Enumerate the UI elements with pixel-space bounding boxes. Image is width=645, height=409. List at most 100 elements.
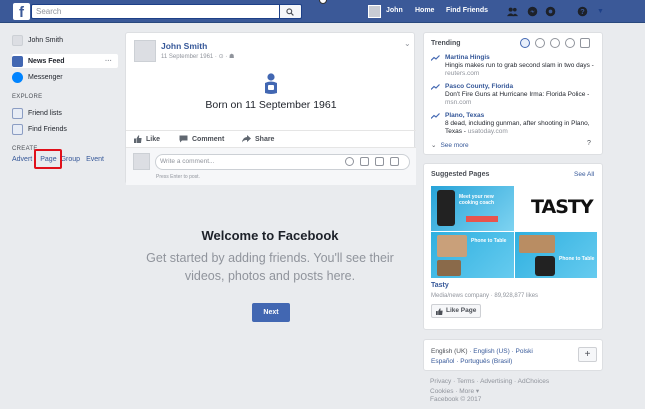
- profile-avatar[interactable]: [368, 5, 381, 18]
- page-link-highlight-box: [34, 149, 62, 169]
- tab-entertainment-icon[interactable]: [580, 38, 590, 48]
- post-date[interactable]: 11 September 1961 · ⊙ · ☗: [161, 53, 234, 60]
- trending-header: Trending: [431, 40, 461, 47]
- promo-badge: [466, 216, 498, 222]
- welcome-title: Welcome to Facebook: [201, 228, 339, 243]
- trending-category-tabs: [520, 38, 590, 48]
- sidebar-item-friend-lists[interactable]: Friend lists: [12, 106, 62, 120]
- see-more-link[interactable]: ⌄ See more: [431, 141, 469, 150]
- sticker-icon[interactable]: [390, 157, 399, 166]
- trending-arrow-icon: [431, 84, 440, 90]
- search-button[interactable]: [280, 4, 302, 19]
- trending-arrow-icon: [431, 55, 440, 61]
- sidebar-item-messenger[interactable]: Messenger: [12, 70, 63, 84]
- language-link[interactable]: Español: [431, 358, 455, 365]
- language-link[interactable]: English (US): [473, 348, 509, 355]
- share-label: Share: [255, 135, 275, 143]
- promo-caption: Meet your new cooking coach: [459, 194, 495, 206]
- sidebar-item-profile[interactable]: John Smith: [12, 33, 63, 47]
- comment-hint: Press Enter to post.: [156, 174, 200, 180]
- language-panel: English (UK) · English (US) · Polski Esp…: [423, 339, 603, 371]
- friend-lists-icon: [12, 107, 23, 119]
- create-group-link[interactable]: Group: [61, 156, 80, 163]
- post-privacy-icons: · ⊙ · ☗: [213, 54, 235, 60]
- food-photo: [437, 260, 461, 276]
- trending-help-icon[interactable]: ?: [587, 140, 591, 147]
- footer-links[interactable]: Privacy · Terms · Advertising · AdChoice…: [430, 378, 549, 385]
- next-button[interactable]: Next: [252, 303, 290, 322]
- trending-title[interactable]: Martina Hingis: [445, 54, 490, 61]
- find-friends-link[interactable]: Find Friends: [446, 7, 488, 14]
- trending-desc-text: Hingis makes run to grab second slam in …: [445, 62, 590, 69]
- tab-top-trends-icon[interactable]: [520, 38, 530, 48]
- sidebar-item-news-feed[interactable]: News Feed ···: [12, 54, 118, 68]
- promo-caption: Phone to Table: [559, 256, 595, 262]
- facebook-logo[interactable]: f: [13, 3, 30, 21]
- trending-title[interactable]: Pasco County, Florida: [445, 83, 513, 90]
- comment-label: Comment: [192, 135, 225, 143]
- tab-science-icon[interactable]: [550, 38, 560, 48]
- news-feed-more-icon[interactable]: ···: [105, 58, 112, 65]
- phone-shape: [535, 256, 555, 276]
- sidebar-item-label: John Smith: [28, 36, 64, 44]
- emoji-icon[interactable]: [345, 157, 354, 166]
- post-actions: Like Comment Share: [126, 130, 416, 147]
- trending-source: reuters.com: [445, 70, 480, 77]
- trending-source: usatoday.com: [467, 128, 508, 135]
- trending-description: Hingis makes run to grab second slam in …: [445, 62, 594, 77]
- create-advert-link[interactable]: Advert: [12, 156, 32, 163]
- like-page-button[interactable]: Like Page: [431, 304, 482, 318]
- language-link[interactable]: Polski: [516, 348, 533, 355]
- language-line-2: Español · Português (Brasil): [431, 358, 513, 365]
- phone-to-table-image[interactable]: Phone to Table: [431, 232, 514, 278]
- sidebar-item-label: Messenger: [28, 73, 63, 81]
- trending-description: Don't Fire Guns at Hurricane Irma: Flori…: [445, 91, 590, 106]
- post-author-avatar[interactable]: [134, 40, 156, 62]
- commenter-avatar: [133, 153, 150, 170]
- friend-requests-icon[interactable]: [507, 6, 518, 17]
- comment-area: Write a comment... Press Enter to post.: [126, 147, 416, 185]
- camera-icon[interactable]: [360, 157, 369, 166]
- help-icon[interactable]: ?: [577, 6, 588, 17]
- comment-button[interactable]: Comment: [179, 135, 224, 143]
- trending-panel: Trending Martina Hingis Hingis makes run…: [423, 32, 603, 155]
- home-link[interactable]: Home: [415, 7, 434, 14]
- like-button[interactable]: Like: [134, 135, 160, 143]
- phone-to-table-image-2[interactable]: Phone to Table: [515, 232, 597, 278]
- account-menu-caret-icon[interactable]: ▼: [597, 8, 604, 15]
- notifications-icon[interactable]: [545, 6, 556, 17]
- welcome-text-line-1: Get started by adding friends. You'll se…: [146, 251, 394, 265]
- profile-link[interactable]: John: [386, 7, 403, 14]
- svg-text:?: ?: [580, 7, 585, 16]
- footer-copyright: Facebook © 2017: [430, 396, 482, 403]
- tasty-logo-image[interactable]: TASTY: [515, 186, 597, 231]
- search-input[interactable]: Search: [31, 4, 280, 19]
- trending-source: msn.com: [445, 99, 472, 106]
- footer-links-2[interactable]: Cookies · More ▾: [430, 387, 479, 395]
- post-options-chevron-icon[interactable]: ⌄: [404, 39, 411, 48]
- share-button[interactable]: Share: [242, 135, 274, 143]
- tab-sports-icon[interactable]: [565, 38, 575, 48]
- like-label: Like: [146, 135, 161, 143]
- gif-icon[interactable]: [375, 157, 384, 166]
- tasty-promo-image[interactable]: Meet your new cooking coach: [431, 186, 514, 231]
- profile-avatar-small: [12, 34, 23, 46]
- baby-icon: [265, 73, 277, 94]
- sidebar-item-label: Find Friends: [28, 125, 67, 133]
- see-all-link[interactable]: See All: [574, 171, 594, 178]
- post-author-name[interactable]: John Smith: [161, 41, 207, 51]
- tasty-logo-text: TASTY: [531, 196, 594, 218]
- trending-title[interactable]: Plano, Texas: [445, 112, 484, 119]
- life-event-post: John Smith 11 September 1961 · ⊙ · ☗ ⌄ B…: [125, 32, 416, 185]
- language-link[interactable]: Português (Brasil): [460, 358, 512, 365]
- comment-tools: [345, 157, 399, 166]
- tab-politics-icon[interactable]: [535, 38, 545, 48]
- create-event-link[interactable]: Event: [86, 156, 104, 163]
- messages-icon[interactable]: [527, 6, 538, 17]
- see-more-label: See more: [440, 141, 469, 149]
- suggested-page-name[interactable]: Tasty: [431, 282, 449, 289]
- add-language-button[interactable]: +: [578, 347, 597, 362]
- share-arrow-icon: [242, 135, 251, 143]
- sidebar-item-find-friends[interactable]: Find Friends: [12, 122, 67, 136]
- trending-description: 8 dead, including gunman, after shooting…: [445, 120, 590, 135]
